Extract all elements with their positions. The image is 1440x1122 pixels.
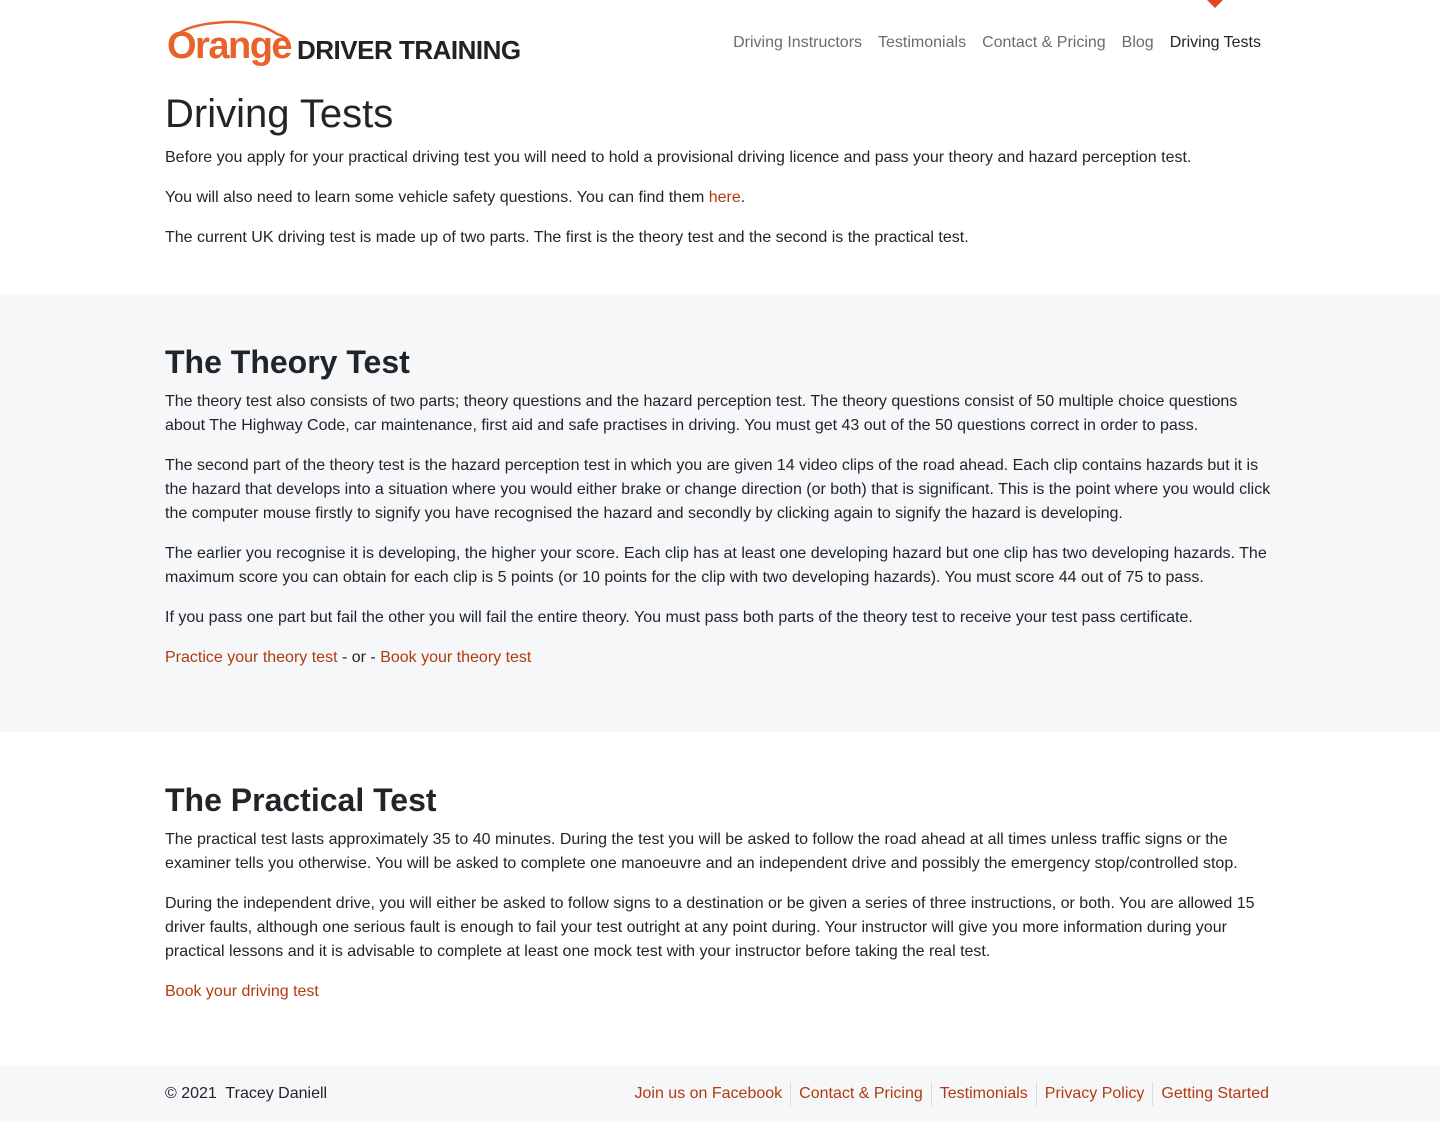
active-nav-marker-icon bbox=[1207, 0, 1224, 8]
theory-links: Practice your theory test - or - Book yo… bbox=[165, 646, 1275, 670]
theory-heading: The Theory Test bbox=[165, 344, 410, 380]
intro-paragraph-2: You will also need to learn some vehicle… bbox=[165, 189, 746, 206]
footer-link-privacy-policy[interactable]: Privacy Policy bbox=[1035, 1082, 1153, 1106]
nav-blog[interactable]: Blog bbox=[1114, 31, 1162, 55]
practical-section: The Practical Test The practical test la… bbox=[0, 732, 1440, 1066]
nav-driving-tests-label: Driving Tests bbox=[1169, 34, 1261, 51]
vehicle-safety-link[interactable]: here bbox=[709, 189, 741, 206]
theory-section: The Theory Test The theory test also con… bbox=[0, 294, 1440, 732]
practical-paragraph-2: During the independent drive, you will e… bbox=[165, 895, 1255, 960]
links-separator: - or - bbox=[337, 649, 381, 666]
footer-link-getting-started[interactable]: Getting Started bbox=[1152, 1082, 1277, 1106]
nav-driving-instructors[interactable]: Driving Instructors bbox=[725, 31, 870, 55]
practice-theory-link[interactable]: Practice your theory test bbox=[165, 649, 338, 666]
intro-section: Driving Tests Before you apply for your … bbox=[165, 90, 1275, 250]
intro-paragraph-3: The current UK driving test is made up o… bbox=[165, 229, 969, 246]
footer-link-facebook[interactable]: Join us on Facebook bbox=[627, 1082, 791, 1106]
main-nav: Driving Instructors Testimonials Contact… bbox=[725, 0, 1269, 55]
theory-paragraph-2: The second part of the theory test is th… bbox=[165, 457, 1271, 522]
nav-contact-pricing[interactable]: Contact & Pricing bbox=[974, 31, 1114, 55]
intro-paragraph-1: Before you apply for your practical driv… bbox=[165, 149, 1192, 166]
book-driving-test-link[interactable]: Book your driving test bbox=[165, 983, 319, 1000]
footer-link-contact-pricing[interactable]: Contact & Pricing bbox=[790, 1082, 931, 1106]
practical-links: Book your driving test bbox=[165, 980, 1275, 1004]
theory-paragraph-1: The theory test also consists of two par… bbox=[165, 393, 1238, 434]
site-logo[interactable]: Orange DRIVER TRAINING bbox=[165, 18, 521, 68]
nav-testimonials[interactable]: Testimonials bbox=[870, 31, 974, 55]
footer-links: Join us on Facebook Contact & Pricing Te… bbox=[627, 1082, 1278, 1106]
page-title: Driving Tests bbox=[165, 92, 394, 136]
nav-driving-tests[interactable]: Driving Tests bbox=[1162, 0, 1269, 55]
practical-paragraph-1: The practical test lasts approximately 3… bbox=[165, 831, 1238, 872]
logo-subtitle: DRIVER TRAINING bbox=[297, 35, 521, 65]
copyright-text: © 2021 Tracey Daniell bbox=[165, 1085, 328, 1102]
theory-paragraph-4: If you pass one part but fail the other … bbox=[165, 609, 1193, 626]
book-theory-link[interactable]: Book your theory test bbox=[380, 649, 531, 666]
site-header: Orange DRIVER TRAINING Driving Instructo… bbox=[165, 0, 1275, 86]
footer-link-testimonials[interactable]: Testimonials bbox=[930, 1082, 1036, 1106]
practical-heading: The Practical Test bbox=[165, 782, 437, 818]
logo-word: Orange bbox=[167, 25, 293, 67]
site-footer: © 2021 Tracey Daniell Join us on Faceboo… bbox=[0, 1066, 1440, 1122]
theory-paragraph-3: The earlier you recognise it is developi… bbox=[165, 545, 1267, 586]
